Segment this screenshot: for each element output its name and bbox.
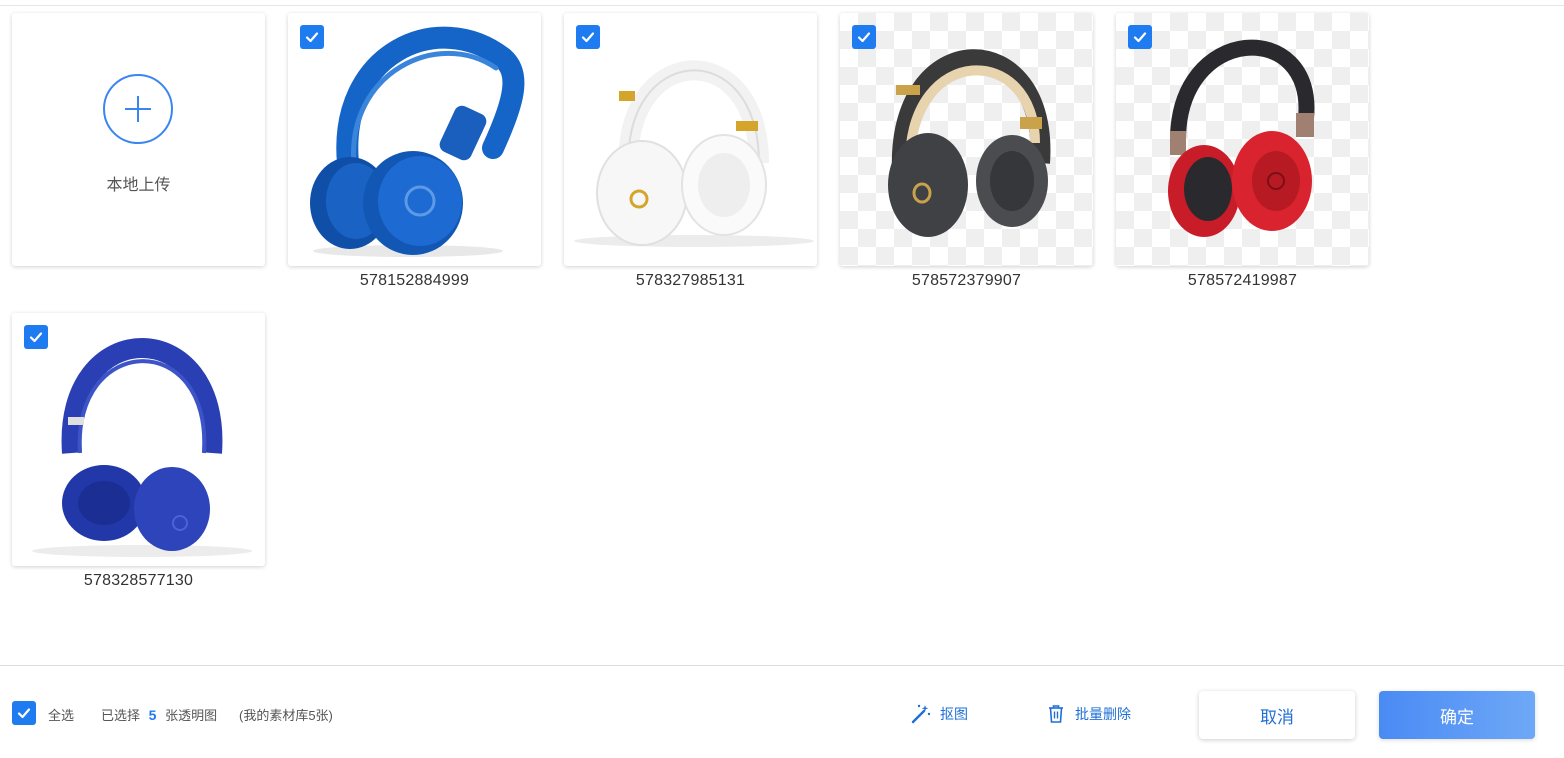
image-checkbox[interactable] <box>576 25 600 49</box>
blue-headphones-image <box>310 26 525 257</box>
trash-icon <box>1049 705 1063 723</box>
plus-circle-icon <box>103 74 173 144</box>
check-icon <box>17 708 31 719</box>
library-note: (我的素材库5张) <box>239 708 333 723</box>
selected-summary: 已选择 5 张透明图 <box>101 705 217 724</box>
navy-headphones-image <box>32 338 252 557</box>
image-checkbox[interactable] <box>24 325 48 349</box>
check-icon <box>1133 32 1147 43</box>
image-id-label: 578152884999 <box>359 272 470 289</box>
cutout-label: 抠图 <box>940 706 968 722</box>
local-upload-card[interactable]: 本地上传 <box>12 13 265 266</box>
check-icon <box>305 32 319 43</box>
image-id-label: 578327985131 <box>635 272 746 289</box>
select-all-checkbox[interactable] <box>12 701 36 725</box>
image-checkbox[interactable] <box>1128 25 1152 49</box>
batch-delete-label: 批量删除 <box>1075 706 1131 722</box>
magic-wand-icon <box>911 704 931 724</box>
footer-divider <box>0 665 1564 666</box>
image-card[interactable] <box>840 13 1093 266</box>
image-checkbox[interactable] <box>300 25 324 49</box>
selected-suffix: 张透明图 <box>165 708 218 723</box>
image-id-label: 578572379907 <box>911 272 1022 289</box>
red-headphones-image <box>1168 39 1315 237</box>
check-icon <box>857 32 871 43</box>
upload-label: 本地上传 <box>106 177 171 194</box>
image-card[interactable] <box>288 13 541 266</box>
cancel-button[interactable]: 取消 <box>1199 691 1355 739</box>
image-id-label: 578572419987 <box>1187 272 1298 289</box>
confirm-button[interactable]: 确定 <box>1379 691 1535 739</box>
image-card[interactable] <box>12 313 265 566</box>
check-icon <box>29 332 43 343</box>
check-icon <box>581 32 595 43</box>
cutout-button[interactable]: 抠图 <box>910 703 968 725</box>
top-divider <box>0 5 1564 6</box>
image-card[interactable] <box>564 13 817 266</box>
selected-count: 5 <box>148 707 157 723</box>
image-card[interactable] <box>1116 13 1369 266</box>
image-checkbox[interactable] <box>852 25 876 49</box>
black-gold-headphones-image <box>888 49 1051 237</box>
image-id-label: 578328577130 <box>83 572 194 589</box>
select-all-label[interactable]: 全选 <box>48 705 74 724</box>
selected-prefix: 已选择 <box>101 708 141 723</box>
white-headphones-image <box>574 60 814 247</box>
batch-delete-button[interactable]: 批量删除 <box>1045 703 1131 725</box>
